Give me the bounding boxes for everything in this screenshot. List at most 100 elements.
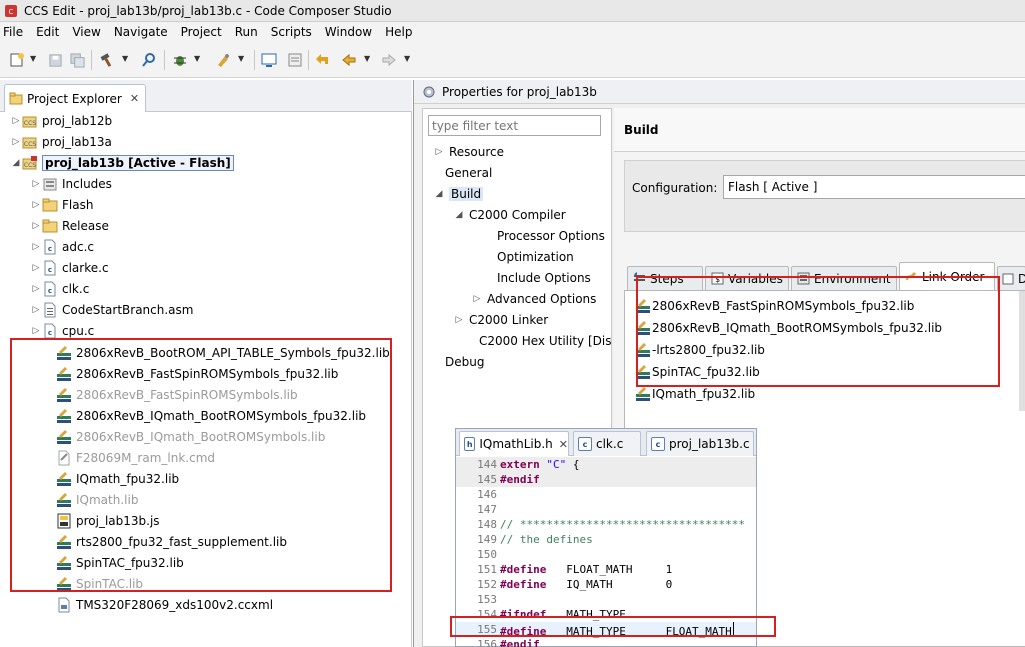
category-item[interactable]: ◢ C2000 Compiler — [453, 204, 566, 225]
new-icon[interactable] — [8, 51, 26, 69]
expand-arrow-icon[interactable]: ▷ — [30, 305, 42, 315]
menu-view[interactable]: View — [72, 25, 100, 39]
terminal-icon[interactable] — [260, 51, 278, 69]
code-line[interactable]: 156 #endif — [456, 637, 756, 647]
editor-tab-proj-lab13b-c[interactable]: c proj_lab13b.c — [646, 431, 754, 456]
debug-bug-icon[interactable] — [171, 51, 189, 69]
tab-project-explorer[interactable]: Project Explorer ✕ — [4, 84, 146, 112]
close-icon[interactable]: ✕ — [130, 92, 139, 105]
menu-project[interactable]: Project — [181, 25, 222, 39]
expand-arrow-icon[interactable]: ▷ — [30, 200, 42, 210]
expand-arrow-icon[interactable]: ▷ — [30, 326, 42, 336]
tree-item[interactable]: rts2800_fpu32_fast_supplement.lib — [44, 531, 287, 552]
expand-arrow-icon[interactable]: ▷ — [30, 242, 42, 252]
tree-item[interactable]: IQmath_fpu32.lib — [44, 468, 179, 489]
expand-arrow-icon[interactable]: ▷ — [30, 221, 42, 231]
code-line[interactable]: 151 #define FLOAT_MATH 1 — [456, 562, 756, 577]
tree-item[interactable]: 2806xRevB_FastSpinROMSymbols_fpu32.lib — [44, 363, 338, 384]
expand-arrow-icon[interactable]: ▷ — [433, 147, 445, 157]
tree-item[interactable]: TMS320F28069_xds100v2.ccxml — [44, 594, 273, 615]
filter-input[interactable] — [428, 115, 601, 136]
expand-arrow-icon[interactable]: ▷ — [30, 284, 42, 294]
menu-help[interactable]: Help — [385, 25, 412, 39]
save-all-icon[interactable] — [68, 51, 86, 69]
editor-tab-iqmathlib-h[interactable]: h IQmathLib.h ✕ — [459, 431, 569, 456]
code-line[interactable]: 155 #define MATH_TYPE FLOAT_MATH — [456, 621, 756, 638]
tree-item[interactable]: ▷ c cpu.c — [30, 320, 94, 341]
menu-edit[interactable]: Edit — [36, 25, 59, 39]
link-order-item[interactable]: 2806xRevB_IQmath_BootROMSymbols_fpu32.li… — [635, 317, 942, 339]
flash-tool-icon[interactable] — [214, 51, 232, 69]
editor-tab-clk-c[interactable]: c clk.c — [573, 431, 641, 456]
tab-variables[interactable]: $ Variables — [705, 266, 789, 290]
tree-item[interactable]: ▷ c clk.c — [30, 278, 89, 299]
tree-item[interactable]: IQmath.lib — [44, 489, 138, 510]
category-item[interactable]: C2000 Hex Utility [Dis — [467, 330, 611, 351]
tree-item[interactable]: ▷ c clarke.c — [30, 257, 109, 278]
expand-arrow-icon[interactable]: ▷ — [453, 315, 465, 325]
tree-item[interactable]: 2806xRevB_BootROM_API_TABLE_Symbols_fpu3… — [44, 342, 390, 363]
category-item[interactable]: General — [433, 162, 492, 183]
back-dropdown-icon[interactable]: ▼ — [364, 54, 370, 63]
menu-navigate[interactable]: Navigate — [114, 25, 168, 39]
configuration-select[interactable]: Flash [ Active ] — [723, 175, 1025, 199]
code-line[interactable]: 148// ********************************** — [456, 517, 756, 532]
link-order-item[interactable]: IQmath_fpu32.lib — [635, 383, 755, 405]
expand-arrow-icon[interactable]: ◢ — [453, 210, 465, 220]
link-order-scrollbar[interactable] — [1019, 291, 1025, 411]
forward-arrow-icon[interactable] — [380, 51, 398, 69]
forward-dropdown-icon[interactable]: ▼ — [404, 54, 410, 63]
build-hammer-icon[interactable] — [98, 51, 116, 69]
menu-file[interactable]: File — [3, 25, 23, 39]
code-line[interactable]: 144 extern "C" { — [456, 457, 756, 472]
tab-steps[interactable]: Steps — [627, 266, 703, 290]
expand-arrow-icon[interactable]: ◢ — [10, 158, 22, 168]
category-item[interactable]: ▷ C2000 Linker — [453, 309, 549, 330]
expand-arrow-icon[interactable]: ▷ — [10, 137, 22, 147]
code-line[interactable]: 150 — [456, 547, 756, 562]
category-item[interactable]: Include Options — [485, 267, 591, 288]
category-item[interactable]: Debug — [433, 351, 484, 372]
category-item[interactable]: ▷ Advanced Options — [471, 288, 597, 309]
tree-item[interactable]: ▷ c adc.c — [30, 236, 94, 257]
tree-item[interactable]: ▷ Flash — [30, 194, 94, 215]
code-line[interactable]: 146 — [456, 487, 756, 502]
link-order-item[interactable]: -lrts2800_fpu32.lib — [635, 339, 765, 361]
tree-item[interactable]: ▷ Release — [30, 215, 109, 236]
link-order-item[interactable]: SpinTAC_fpu32.lib — [635, 361, 760, 383]
tree-item[interactable]: ▷ CodeStartBranch.asm — [30, 299, 193, 320]
debug-dropdown-icon[interactable]: ▼ — [194, 54, 200, 63]
code-line[interactable]: 154 #ifndef MATH_TYPE — [456, 607, 756, 622]
save-icon[interactable] — [46, 51, 64, 69]
prev-annotation-icon[interactable] — [314, 51, 332, 69]
tree-item[interactable]: ◢ CCS proj_lab13b [Active - Flash] — [10, 152, 234, 173]
menu-scripts[interactable]: Scripts — [271, 25, 312, 39]
tree-item[interactable]: ▷ Includes — [30, 173, 112, 194]
menu-window[interactable]: Window — [325, 25, 372, 39]
tab-link-order[interactable]: Link Order — [899, 262, 995, 290]
expand-arrow-icon[interactable]: ▷ — [30, 179, 42, 189]
build-dropdown-icon[interactable]: ▼ — [122, 54, 128, 63]
tree-item[interactable]: 2806xRevB_FastSpinROMSymbols.lib — [44, 384, 298, 405]
expand-arrow-icon[interactable]: ▷ — [30, 263, 42, 273]
category-item[interactable]: Optimization — [485, 246, 574, 267]
search-icon[interactable] — [140, 51, 158, 69]
code-line[interactable]: 152 #define IQ_MATH 0 — [456, 577, 756, 592]
code-line[interactable]: 147 — [456, 502, 756, 517]
tree-item[interactable]: ▷ CCS proj_lab12b — [10, 110, 113, 131]
code-text-area[interactable]: 144 extern "C" {145 #endif 146 147 148// ****… — [456, 457, 756, 647]
tree-item[interactable]: F28069M_ram_lnk.cmd — [44, 447, 215, 468]
tree-item[interactable]: SpinTAC_fpu32.lib — [44, 552, 184, 573]
tree-item[interactable]: proj_lab13b.js — [44, 510, 160, 531]
back-arrow-icon[interactable] — [340, 51, 358, 69]
close-icon[interactable]: ✕ — [559, 438, 568, 451]
category-item[interactable]: Processor Options — [485, 225, 605, 246]
category-item[interactable]: ▷ Resource — [433, 141, 505, 162]
category-item[interactable]: ◢ Build — [433, 183, 484, 204]
expand-arrow-icon[interactable]: ▷ — [471, 294, 483, 304]
new-dropdown-icon[interactable]: ▼ — [30, 54, 36, 63]
console-icon[interactable] — [286, 51, 304, 69]
tree-item[interactable]: 2806xRevB_IQmath_BootROMSymbols.lib — [44, 426, 325, 447]
code-line[interactable]: 153 — [456, 592, 756, 607]
tab-environment[interactable]: Environment — [791, 266, 897, 290]
